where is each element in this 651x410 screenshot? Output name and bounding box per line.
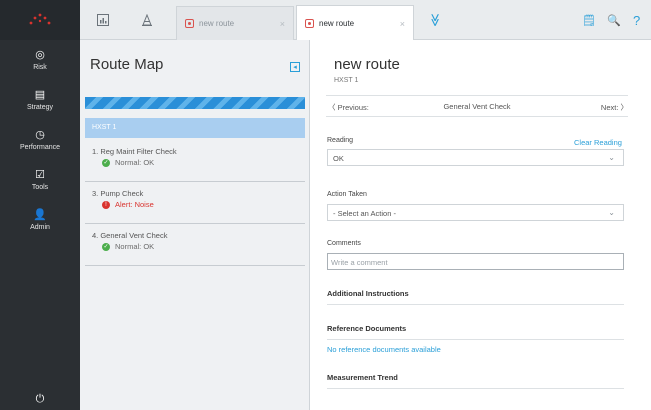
dashboard-button[interactable] (86, 0, 120, 40)
collapse-icon: ◂ (293, 64, 297, 71)
route-icon (185, 19, 194, 28)
notes-button[interactable]: 🗒 (582, 0, 596, 40)
tab-label: new route (319, 19, 355, 28)
alert-icon: ! (102, 200, 110, 209)
check-navigation: General Vent Check 〈 Previous: Next: 〉 (326, 95, 628, 117)
notes-icon: 🗒 (582, 14, 596, 27)
logo-icon (29, 13, 51, 25)
check-status-text: Normal: OK (115, 242, 155, 251)
nav-item-label: Strategy (26, 104, 54, 111)
dashboard-icon (97, 14, 109, 26)
comments-label: Comments (327, 240, 361, 247)
check-status: ✓ Normal: OK (102, 158, 305, 167)
check-detail-panel: new route HXST 1 General Vent Check 〈 Pr… (310, 40, 651, 410)
power-button[interactable]: ⏻ (0, 388, 80, 410)
tab-overflow-button[interactable]: ≫ (418, 0, 452, 40)
chevron-down-icon: ⌄ (608, 153, 615, 162)
nav-item-label: Tools (31, 184, 49, 191)
performance-icon: ◷ (35, 129, 45, 141)
additional-instructions-heading[interactable]: Additional Instructions (327, 289, 624, 305)
reading-value: OK (333, 154, 344, 163)
action-taken-label: Action Taken (327, 191, 367, 198)
asset-row[interactable]: HXST 1 (85, 118, 305, 138)
check-item[interactable]: 1. Reg Maint Filter Check ✓ Normal: OK (85, 140, 305, 182)
current-check-name: General Vent Check (443, 102, 511, 111)
action-value: - Select an Action - (333, 209, 396, 218)
strategy-icon: ▤ (34, 89, 46, 101)
measurement-trend-heading[interactable]: Measurement Trend (327, 373, 624, 389)
nav-item-performance[interactable]: ◷ Performance (0, 120, 80, 160)
check-status: ! Alert: Noise (102, 200, 305, 209)
check-title: 3. Pump Check (92, 189, 144, 198)
hierarchy-button[interactable] (130, 0, 164, 40)
reading-label: Reading (327, 137, 354, 144)
check-status-text: Normal: OK (115, 158, 155, 167)
route-map-title: Route Map (90, 56, 164, 73)
route-map-panel: Route Map ◂ HXST 1 1. Reg Maint Filter C… (80, 40, 310, 410)
power-icon: ⏻ (35, 392, 45, 405)
check-item[interactable]: 4. General Vent Check ✓ Normal: OK (85, 224, 305, 266)
nav-item-risk[interactable]: ◎ Risk (0, 40, 80, 80)
help-icon: ? (633, 12, 641, 28)
tab-new-route-1[interactable]: new route × (176, 6, 294, 40)
top-bar: new route × new route × ≫ 🗒 🔍 ? (80, 0, 651, 41)
chevron-down-icon: ⌄ (608, 208, 615, 217)
ok-check-icon: ✓ (102, 158, 110, 167)
check-title: 1. Reg Maint Filter Check (92, 147, 177, 156)
nav-item-label: Admin (30, 224, 50, 231)
nav-item-label: Risk (33, 64, 47, 71)
tab-label: new route (199, 19, 235, 28)
search-button[interactable]: 🔍 (607, 0, 621, 40)
risk-icon: ◎ (35, 49, 45, 61)
nav-item-admin[interactable]: 👤 Admin (0, 200, 80, 240)
reference-documents-heading[interactable]: Reference Documents (327, 324, 624, 340)
tab-new-route-2[interactable]: new route × (296, 5, 414, 41)
check-status: ✓ Normal: OK (102, 242, 305, 251)
check-item[interactable]: 3. Pump Check ! Alert: Noise (85, 182, 305, 224)
hierarchy-icon (142, 14, 152, 26)
search-icon: 🔍 (607, 14, 621, 27)
tab-close-icon[interactable]: × (280, 19, 285, 29)
left-navigation: ◎ Risk ▤ Strategy ◷ Performance ☑ Tools … (0, 0, 80, 410)
clear-reading-link[interactable]: Clear Reading (574, 138, 622, 147)
next-button[interactable]: Next: 〉 (601, 102, 628, 113)
admin-icon: 👤 (33, 209, 47, 221)
nav-item-label: Performance (19, 144, 61, 151)
tools-icon: ☑ (35, 169, 45, 181)
previous-button[interactable]: 〈 Previous: (328, 102, 369, 113)
no-reference-documents-text: No reference documents available (327, 345, 441, 354)
logo[interactable] (0, 0, 80, 40)
collapse-panel-button[interactable]: ◂ (290, 62, 300, 72)
double-chevron-down-icon: ≫ (427, 13, 443, 27)
ok-check-icon: ✓ (102, 242, 110, 251)
reading-select[interactable]: OK ⌄ (327, 149, 624, 166)
detail-subtitle: HXST 1 (334, 77, 359, 84)
help-button[interactable]: ? (633, 0, 640, 40)
comment-input[interactable]: Write a comment (327, 253, 624, 270)
nav-item-strategy[interactable]: ▤ Strategy (0, 80, 80, 120)
route-icon (305, 19, 314, 28)
action-select[interactable]: - Select an Action - ⌄ (327, 204, 624, 221)
route-progress-bar (85, 97, 305, 109)
tab-close-icon[interactable]: × (400, 19, 405, 29)
check-title: 4. General Vent Check (92, 231, 168, 240)
detail-title: new route (334, 56, 400, 73)
nav-item-tools[interactable]: ☑ Tools (0, 160, 80, 200)
check-status-text: Alert: Noise (115, 200, 154, 209)
